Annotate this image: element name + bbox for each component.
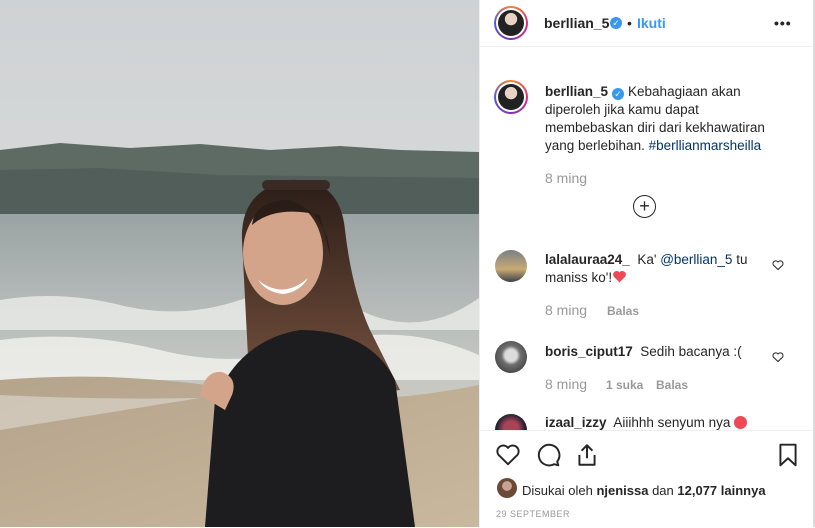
- caption-username[interactable]: berllian_5: [545, 84, 608, 99]
- bookmark-icon[interactable]: [775, 442, 801, 468]
- likes-prefix: Disukai oleh: [522, 483, 597, 498]
- comment-1-text: Ka': [637, 252, 661, 267]
- like-comment-heart-icon[interactable]: [772, 351, 784, 363]
- comment-2-likes[interactable]: 1 suka: [606, 378, 643, 392]
- verified-badge-icon: ✓: [610, 17, 622, 29]
- comment-icon[interactable]: [535, 442, 561, 468]
- liker-avatar[interactable]: [497, 478, 517, 498]
- comment-1-username[interactable]: lalalauraa24_: [545, 252, 630, 267]
- post-date[interactable]: 29 SEPTEMBER: [496, 509, 570, 519]
- comment-avatar[interactable]: [495, 341, 527, 373]
- comment-1-reply-button[interactable]: Balas: [607, 304, 639, 318]
- comment-2: boris_ciput17 Sedih bacanya :(: [545, 343, 775, 361]
- post-photo[interactable]: [0, 0, 479, 527]
- comment-3-username[interactable]: izaal_izzy: [545, 415, 607, 430]
- post-header: berllian_5 ✓ • Ikuti •••: [480, 0, 814, 47]
- post-caption: berllian_5 ✓ Kebahagiaan akan diperoleh ji…: [545, 83, 777, 155]
- comment-1: lalalauraa24_ Ka' @berllian_5 tu maniss …: [545, 251, 775, 287]
- comment-1-mention[interactable]: @berllian_5: [660, 252, 732, 267]
- red-heart-icon: [613, 271, 626, 283]
- comment-3-text: Aiiihhh senyum nya: [613, 415, 735, 430]
- post-side-panel: berllian_5 ✓ • Ikuti ••• berllian_5 ✓ Keba…: [479, 0, 814, 528]
- caption-hashtag[interactable]: #berllianmarsheilla: [649, 138, 762, 153]
- comment-2-reply-button[interactable]: Balas: [656, 378, 688, 392]
- action-bar: Disukai oleh njenissa dan 12,077 lainnya…: [480, 430, 814, 528]
- more-options-icon[interactable]: •••: [774, 15, 792, 31]
- heart-icon[interactable]: [495, 442, 521, 468]
- follow-button[interactable]: Ikuti: [637, 15, 666, 31]
- caption-verified-icon: ✓: [612, 88, 625, 100]
- heart-eyes-icon: [734, 416, 748, 429]
- comment-2-username[interactable]: boris_ciput17: [545, 344, 633, 359]
- author-avatar[interactable]: [494, 6, 528, 40]
- likes-summary: Disukai oleh njenissa dan 12,077 lainnya: [522, 483, 766, 498]
- comment-avatar[interactable]: [495, 250, 527, 282]
- author-username[interactable]: berllian_5: [544, 15, 609, 31]
- likes-user[interactable]: njenissa: [596, 483, 648, 498]
- plus-circle-icon[interactable]: +: [633, 195, 656, 218]
- header-separator: •: [627, 15, 632, 31]
- share-icon[interactable]: [574, 442, 600, 468]
- beach-photo: [0, 0, 479, 527]
- comment-2-text: Sedih bacanya :(: [640, 344, 742, 359]
- comment-2-time[interactable]: 8 ming: [545, 376, 587, 392]
- like-comment-heart-icon[interactable]: [772, 259, 784, 271]
- likes-count[interactable]: 12,077 lainnya: [677, 483, 765, 498]
- comment-1-time[interactable]: 8 ming: [545, 302, 587, 318]
- caption-avatar[interactable]: [494, 80, 528, 114]
- caption-time[interactable]: 8 ming: [545, 170, 587, 186]
- likes-middle: dan: [648, 483, 678, 498]
